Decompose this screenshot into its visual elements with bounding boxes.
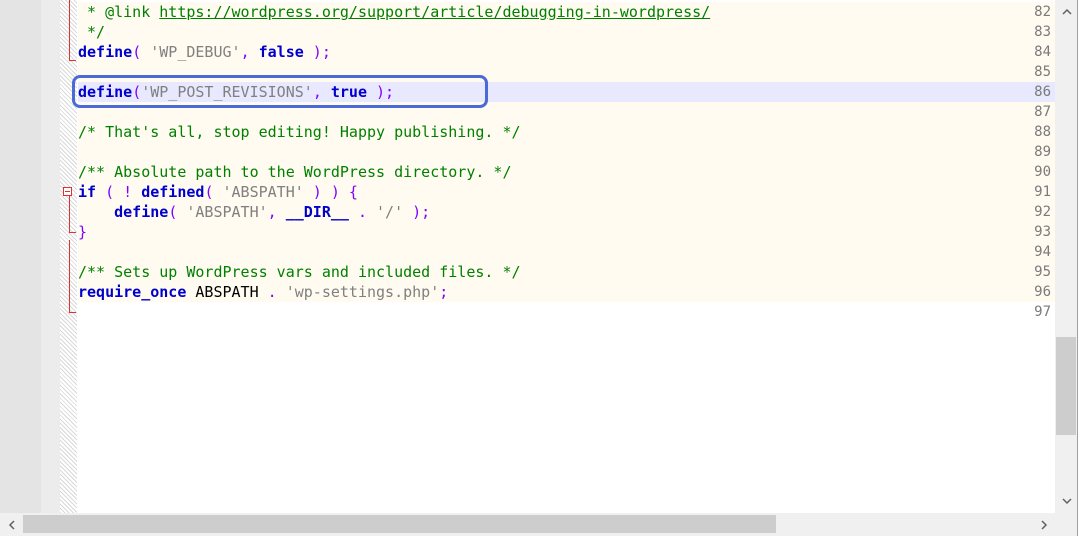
code-line[interactable]: if ( ! defined( 'ABSPATH' ) ) { xyxy=(78,182,1055,202)
code-token: ); xyxy=(303,43,331,61)
line-number: 95 xyxy=(1034,264,1051,280)
horizontal-scroll-thumb[interactable] xyxy=(23,515,776,533)
line-number: 85 xyxy=(1034,64,1051,80)
code-line[interactable]: /* That's all, stop editing! Happy publi… xyxy=(78,122,1055,142)
code-token: require_once xyxy=(78,283,187,301)
code-line[interactable] xyxy=(78,242,1055,262)
vertical-scrollbar[interactable] xyxy=(1055,0,1078,513)
fold-line xyxy=(69,0,70,52)
code-token: 'ABSPATH' xyxy=(222,183,304,201)
fold-end-marker xyxy=(69,232,76,233)
line-number: 84 xyxy=(1034,44,1051,60)
line-number: 83 xyxy=(1034,24,1051,40)
code-token: 'WP_DEBUG' xyxy=(150,43,241,61)
code-token: /** Sets up WordPress vars and included … xyxy=(78,263,521,281)
line-number-gutter xyxy=(0,0,41,513)
line-number: 87 xyxy=(1034,104,1051,120)
code-line[interactable] xyxy=(78,142,1055,162)
fold-line xyxy=(69,196,70,232)
code-line[interactable]: */ xyxy=(78,22,1055,42)
code-token: ( xyxy=(132,43,151,61)
line-number: 88 xyxy=(1034,124,1051,140)
code-token: '/' xyxy=(376,203,404,221)
chevron-left-icon[interactable] xyxy=(4,517,20,533)
scrollbar-corner xyxy=(1055,513,1078,536)
line-number: 82 xyxy=(1034,4,1051,20)
code-token: . xyxy=(348,203,377,221)
code-line[interactable]: require_once ABSPATH . 'wp-settings.php'… xyxy=(78,282,1055,302)
vertical-scroll-thumb[interactable] xyxy=(1056,337,1076,435)
code-token: __DIR__ xyxy=(285,203,349,221)
line-number: 92 xyxy=(1034,204,1051,220)
code-token: ( ! xyxy=(96,183,142,201)
highlighted-line-outline xyxy=(72,75,488,108)
code-token: /* That's all, stop editing! Happy publi… xyxy=(78,123,521,141)
line-number: 91 xyxy=(1034,184,1051,200)
code-token: */ xyxy=(78,23,106,41)
code-token: /** Absolute path to the WordPress direc… xyxy=(78,163,512,181)
line-number: 97 xyxy=(1034,304,1051,320)
line-number: 89 xyxy=(1034,144,1051,160)
code-token: false xyxy=(258,43,304,61)
chevron-down-icon[interactable] xyxy=(1059,493,1075,509)
line-number: 86 xyxy=(1034,84,1051,100)
code-token: ; xyxy=(439,283,449,301)
code-token: if xyxy=(78,183,97,201)
code-line[interactable]: /** Absolute path to the WordPress direc… xyxy=(78,162,1055,182)
code-token: } xyxy=(78,223,88,241)
code-token: . xyxy=(267,283,286,301)
line-number: 90 xyxy=(1034,164,1051,180)
code-token: ( xyxy=(168,203,187,221)
fold-margin xyxy=(41,0,60,513)
code-token: ABSPATH xyxy=(186,283,268,301)
chevron-right-icon[interactable] xyxy=(1036,517,1052,533)
code-token: 'wp-settings.php' xyxy=(285,283,440,301)
code-link[interactable]: https://wordpress.org/support/article/de… xyxy=(159,3,710,21)
code-token: define xyxy=(78,43,133,61)
fold-line xyxy=(69,240,70,312)
code-editor[interactable]: * @link https://wordpress.org/support/ar… xyxy=(0,0,1055,513)
code-token: 'ABSPATH' xyxy=(186,203,268,221)
code-line[interactable]: define( 'WP_DEBUG', false ); xyxy=(78,42,1055,62)
code-token: ( xyxy=(204,183,223,201)
code-token: define xyxy=(114,203,169,221)
code-token: defined xyxy=(141,183,205,201)
line-number: 96 xyxy=(1034,284,1051,300)
code-token: ) ) { xyxy=(303,183,358,201)
code-line[interactable]: /** Sets up WordPress vars and included … xyxy=(78,262,1055,282)
line-number: 93 xyxy=(1034,224,1051,240)
code-line[interactable]: define( 'ABSPATH', __DIR__ . '/' ); xyxy=(78,202,1055,222)
fold-line xyxy=(69,52,70,60)
fold-collapse-icon[interactable] xyxy=(63,187,72,196)
fold-end-marker xyxy=(69,312,76,313)
code-line[interactable]: } xyxy=(78,222,1055,242)
code-token: , xyxy=(240,43,259,61)
code-token: , xyxy=(267,203,286,221)
line-number: 94 xyxy=(1034,244,1051,260)
fold-end-marker xyxy=(69,60,76,61)
code-line[interactable]: * @link https://wordpress.org/support/ar… xyxy=(78,2,1055,22)
chevron-up-icon[interactable] xyxy=(1059,4,1075,20)
code-token: * @link xyxy=(78,3,160,21)
code-token: ); xyxy=(403,203,431,221)
